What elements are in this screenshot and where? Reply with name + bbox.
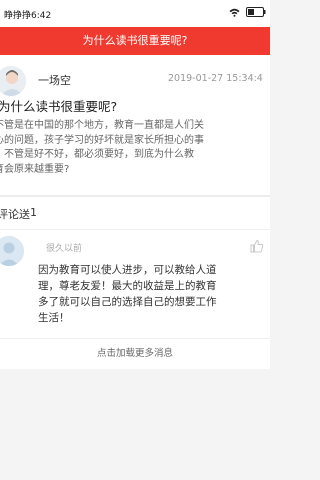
load-more-button[interactable]: 点击加载更多消息 [0,338,270,369]
status-bar: 睁挣挣6:42 [0,0,270,27]
wifi-icon [229,8,240,17]
post-body-line: 育会原来越重要? [0,163,70,175]
default-avatar-icon [0,236,24,266]
comments-header: 评论送 1 [0,197,270,229]
battery-icon [246,7,266,17]
thumbs-up-icon[interactable] [250,239,264,253]
post-body-line: ，不管是好不好，都必须要好，到底为什么教 [0,149,194,160]
comment-text-line: 多了就可以自己的选择自己的想要工作 [38,296,217,308]
avatar-image-icon [0,66,26,96]
comment-item: 很久以前 因为教育可以使人进步，可以教给人道 理，尊老友爱！最大的收益是上的教育… [0,229,270,338]
post-date: 2019-01-27 15:34:4 [168,73,263,84]
comments-label: 评论送 [0,208,30,221]
top-title-bar: 为什么读书很重要呢? [0,27,270,55]
commenter-avatar[interactable] [0,236,24,266]
author-avatar[interactable] [0,66,26,96]
comment-text-line: 理，尊老友爱！最大的收益是上的教育 [38,280,217,292]
comment-text: 因为教育可以使人进步，可以教给人道 理，尊老友爱！最大的收益是上的教育 多了就可… [38,262,270,326]
page-title: 为什么读书很重要呢? [82,34,188,47]
post-body-line: 不管是在中国的那个地方，教育一直都是人们关 [0,120,204,131]
load-more-label: 点击加载更多消息 [96,348,173,359]
post-card: 一场空 2019-01-27 15:34:4 为什么读书很重要呢? 不管是在中国… [0,55,270,195]
status-icons [229,7,266,17]
comment-text-line: 生活！ [38,312,70,324]
author-name[interactable]: 一场空 [38,72,71,88]
status-time: 睁挣挣6:42 [4,11,52,21]
post-title: 为什么读书很重要呢? [0,99,118,114]
comments-count: 1 [30,206,37,219]
post-body: 不管是在中国的那个地方，教育一直都是人们关 心的问题，孩子学习的好坏就是家长所担… [0,119,270,177]
post-body-line: 心的问题，孩子学习的好坏就是家长所担心的事 [0,134,204,146]
comment-text-line: 因为教育可以使人进步，可以教给人道 [38,264,217,276]
comment-time: 很久以前 [46,244,83,254]
